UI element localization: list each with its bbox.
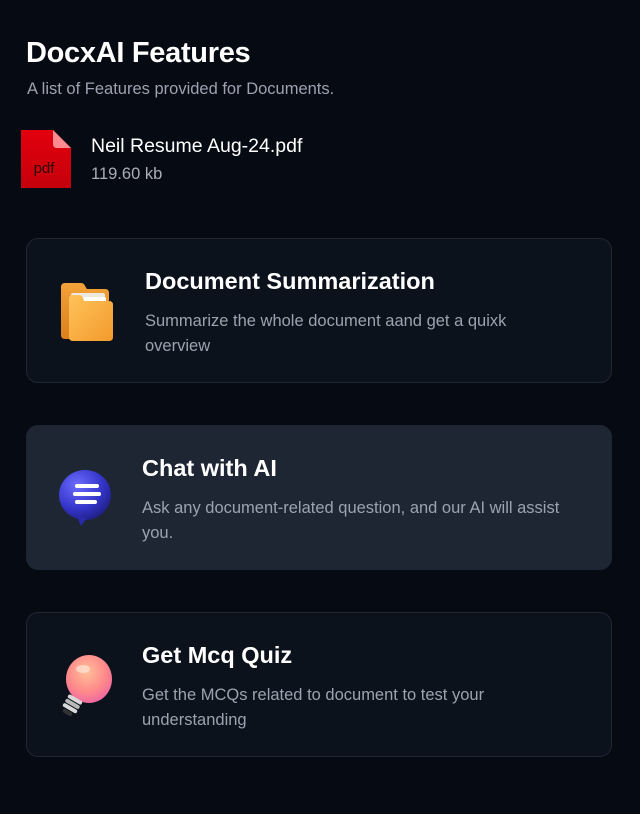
feature-title: Chat with AI bbox=[142, 455, 277, 481]
feature-description: Ask any document-related question, and o… bbox=[142, 499, 560, 542]
features-page: DocxAI Features A list of Features provi… bbox=[0, 0, 640, 814]
feature-title: Document Summarization bbox=[145, 268, 435, 294]
feature-description: Get the MCQs related to document to test… bbox=[142, 686, 485, 729]
page-title: DocxAI Features bbox=[26, 37, 251, 69]
feature-description: Summarize the whole document aand get a … bbox=[145, 312, 507, 355]
selected-file[interactable]: pdf Neil Resume Aug-24.pdf 119.60 kb bbox=[21, 130, 521, 190]
feature-title: Get Mcq Quiz bbox=[142, 642, 293, 668]
file-size: 119.60 kb bbox=[91, 165, 163, 183]
feature-card-summarization[interactable]: Document Summarization Summarize the who… bbox=[26, 238, 612, 383]
page-subtitle: A list of Features provided for Document… bbox=[27, 80, 335, 98]
feature-card-chat[interactable]: Chat with AI Ask any document-related qu… bbox=[26, 425, 612, 570]
pdf-icon-label: pdf bbox=[34, 160, 56, 177]
feature-card-quiz[interactable]: Get Mcq Quiz Get the MCQs related to doc… bbox=[26, 612, 612, 757]
pdf-file-icon: pdf bbox=[21, 130, 71, 188]
chat-bubble-icon bbox=[59, 470, 111, 526]
folder-icon bbox=[61, 283, 113, 341]
lightbulb-icon bbox=[62, 655, 112, 717]
file-name: Neil Resume Aug-24.pdf bbox=[91, 135, 303, 157]
